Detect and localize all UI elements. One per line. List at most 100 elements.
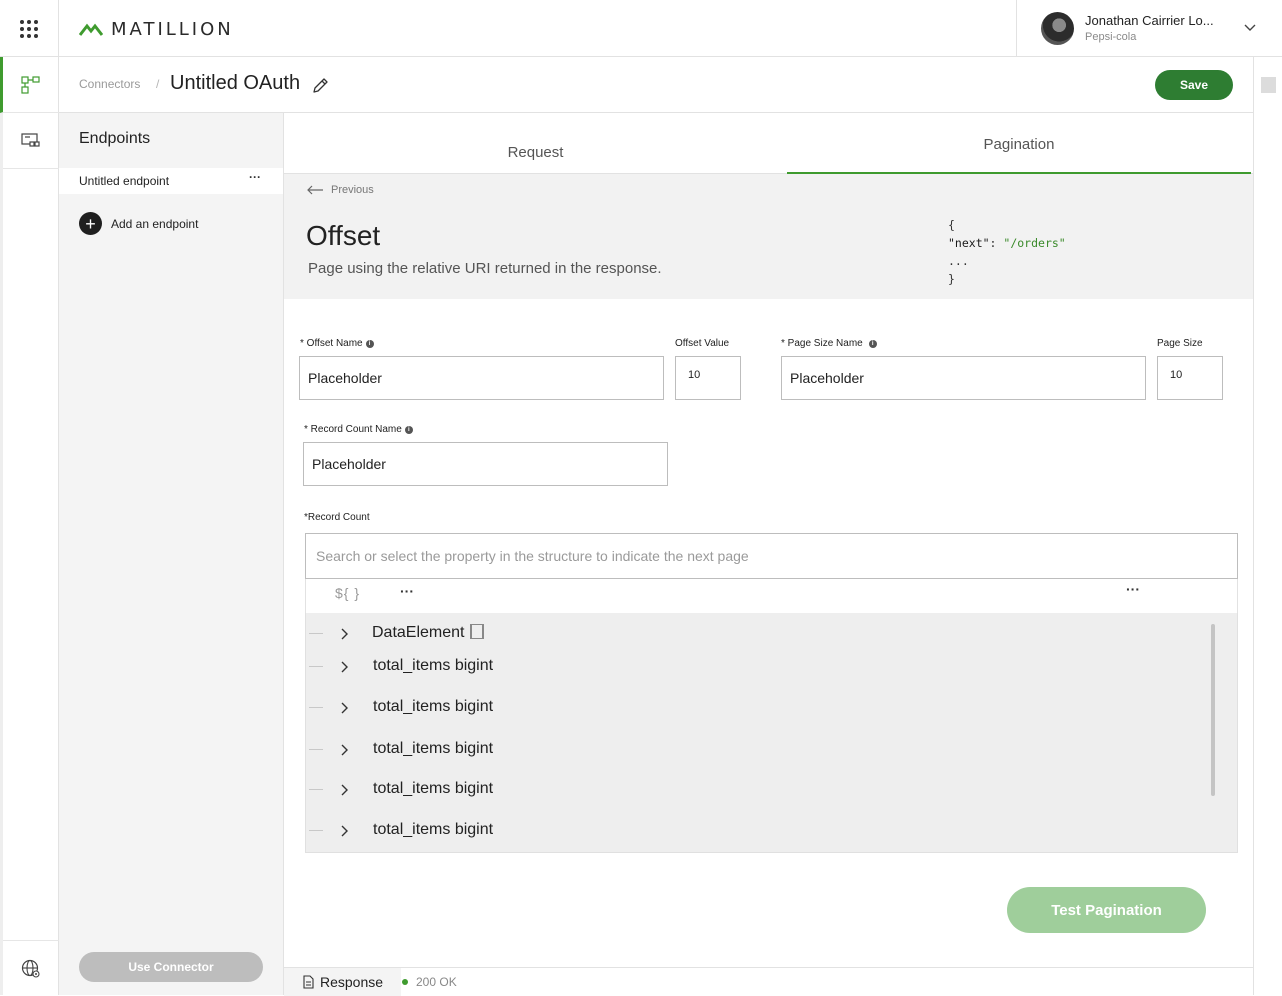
- endpoint-list-item[interactable]: Untitled endpoint ···: [59, 168, 283, 194]
- tree-connector: [309, 749, 323, 750]
- code-open-brace: {: [948, 218, 955, 232]
- page-size-name-label-text: * Page Size Name: [781, 338, 863, 349]
- tree-row[interactable]: total_items bigint: [306, 774, 1206, 804]
- tree-connector: [309, 707, 323, 708]
- tree-row[interactable]: total_items bigint: [306, 734, 1206, 764]
- page-size-name-input[interactable]: Placeholder: [781, 356, 1146, 400]
- record-count-label: *Record Count: [304, 512, 370, 523]
- left-rail: [0, 57, 59, 995]
- status-dot-icon: [402, 979, 408, 985]
- response-tab[interactable]: Response: [284, 968, 401, 996]
- offset-name-label-text: * Offset Name: [300, 338, 363, 349]
- tree-row[interactable]: DataElement: [306, 618, 1206, 648]
- test-pagination-button[interactable]: Test Pagination: [1007, 887, 1206, 933]
- more-options-icon[interactable]: ···: [249, 170, 261, 184]
- endpoint-label: Untitled endpoint: [79, 174, 170, 188]
- breadcrumb: Connectors / Untitled OAuth Save: [59, 57, 1253, 113]
- tree-row-label: total_items bigint: [373, 740, 494, 757]
- scrollbar[interactable]: [1211, 624, 1215, 796]
- offset-value-label: Offset Value: [675, 338, 730, 349]
- structure-toolbar: ${ } ··· ···: [305, 579, 1238, 613]
- tree-row-label: DataElement: [372, 624, 484, 642]
- pencil-icon[interactable]: [311, 75, 331, 95]
- record-count-name-label: * Record Count Name i: [304, 424, 413, 435]
- chevron-right-icon[interactable]: [339, 824, 349, 838]
- tab-bar: Request Pagination: [284, 113, 1253, 174]
- status-text: 200 OK: [416, 975, 457, 989]
- array-icon: [469, 624, 484, 639]
- section-title: Offset: [306, 220, 381, 251]
- jobs-icon: [21, 132, 40, 147]
- use-connector-button[interactable]: Use Connector: [79, 952, 263, 982]
- chevron-right-icon[interactable]: [339, 783, 349, 797]
- arrow-left-icon: [307, 185, 323, 195]
- chevron-right-icon[interactable]: [339, 627, 349, 641]
- more-options-icon[interactable]: ···: [1126, 581, 1140, 597]
- breadcrumb-connectors-link[interactable]: Connectors: [79, 77, 140, 91]
- breadcrumb-separator: /: [156, 77, 160, 91]
- page-size-label: Page Size: [1157, 338, 1203, 349]
- tree-connector: [309, 830, 323, 831]
- page-size-input[interactable]: 10: [1157, 356, 1223, 400]
- page-title: Untitled OAuth: [170, 72, 301, 94]
- tree-row-label: total_items bigint: [373, 780, 494, 797]
- tab-pagination[interactable]: Pagination: [787, 113, 1251, 174]
- code-value: "/orders": [1003, 236, 1066, 250]
- matillion-logo[interactable]: MATILLION: [79, 17, 234, 41]
- chevron-right-icon[interactable]: [339, 660, 349, 674]
- tree-connector: [309, 666, 323, 667]
- record-count-search-input[interactable]: Search or select the property in the str…: [305, 533, 1238, 579]
- user-org: Pepsi-cola: [1085, 31, 1137, 43]
- tree-row-label-text: DataElement: [372, 624, 465, 641]
- structure-tree: DataElement total_items bigint total_ite…: [305, 613, 1238, 853]
- chevron-right-icon[interactable]: [339, 701, 349, 715]
- endpoints-panel: Endpoints Untitled endpoint ··· + Add an…: [59, 113, 284, 995]
- tree-row[interactable]: total_items bigint: [306, 815, 1206, 845]
- globe-icon: [21, 959, 40, 978]
- endpoints-title: Endpoints: [79, 130, 151, 147]
- rail-item-settings[interactable]: [3, 940, 59, 996]
- tree-row[interactable]: total_items bigint: [306, 692, 1206, 722]
- tree-row[interactable]: total_items bigint: [306, 651, 1206, 681]
- add-endpoint-label: Add an endpoint: [111, 216, 199, 231]
- code-key: "next": [948, 236, 990, 250]
- record-count-name-label-text: * Record Count Name: [304, 424, 402, 435]
- info-icon[interactable]: i: [365, 339, 374, 348]
- panel-toggle-handle[interactable]: [1261, 77, 1276, 93]
- info-icon[interactable]: i: [404, 425, 413, 434]
- tree-connector: [309, 633, 323, 634]
- previous-link[interactable]: Previous: [306, 184, 374, 196]
- tree-connector: [309, 789, 323, 790]
- document-icon: [303, 975, 314, 989]
- variable-icon[interactable]: ${ }: [335, 585, 360, 601]
- logo-mark-icon: [79, 23, 103, 36]
- info-icon[interactable]: i: [868, 339, 877, 348]
- chevron-right-icon[interactable]: [339, 743, 349, 757]
- code-example: { "next": "/orders" ... }: [948, 216, 1066, 288]
- top-bar: MATILLION Jonathan Cairrier Lo... Pepsi-…: [0, 0, 1282, 57]
- code-ellipsis: ...: [948, 254, 969, 268]
- record-count-name-input[interactable]: Placeholder: [303, 442, 668, 486]
- rail-item-connectors[interactable]: [0, 57, 59, 113]
- grid-icon: [20, 19, 38, 38]
- offset-value-input[interactable]: 10: [675, 356, 741, 400]
- save-button[interactable]: Save: [1155, 70, 1233, 100]
- offset-name-input[interactable]: Placeholder: [299, 356, 664, 400]
- tree-row-label: total_items bigint: [373, 821, 494, 838]
- user-menu[interactable]: Jonathan Cairrier Lo... Pepsi-cola: [1016, 0, 1282, 57]
- previous-label: Previous: [331, 184, 374, 196]
- avatar: [1041, 12, 1074, 45]
- tab-request[interactable]: Request: [284, 113, 787, 174]
- add-endpoint-button[interactable]: + Add an endpoint: [79, 212, 198, 235]
- app-launcher-button[interactable]: [0, 0, 59, 57]
- user-name: Jonathan Cairrier Lo...: [1085, 13, 1214, 28]
- more-options-icon[interactable]: ···: [400, 583, 414, 599]
- section-description: Page using the relative URI returned in …: [308, 260, 662, 277]
- page-size-name-label: * Page Size Name i: [781, 338, 877, 349]
- connectors-icon: [21, 75, 40, 94]
- plus-circle-icon: +: [79, 212, 102, 235]
- rail-item-jobs[interactable]: [3, 113, 59, 169]
- right-panel-edge: [1253, 57, 1282, 995]
- chevron-down-icon[interactable]: [1243, 20, 1257, 34]
- logo-text: MATILLION: [111, 18, 234, 40]
